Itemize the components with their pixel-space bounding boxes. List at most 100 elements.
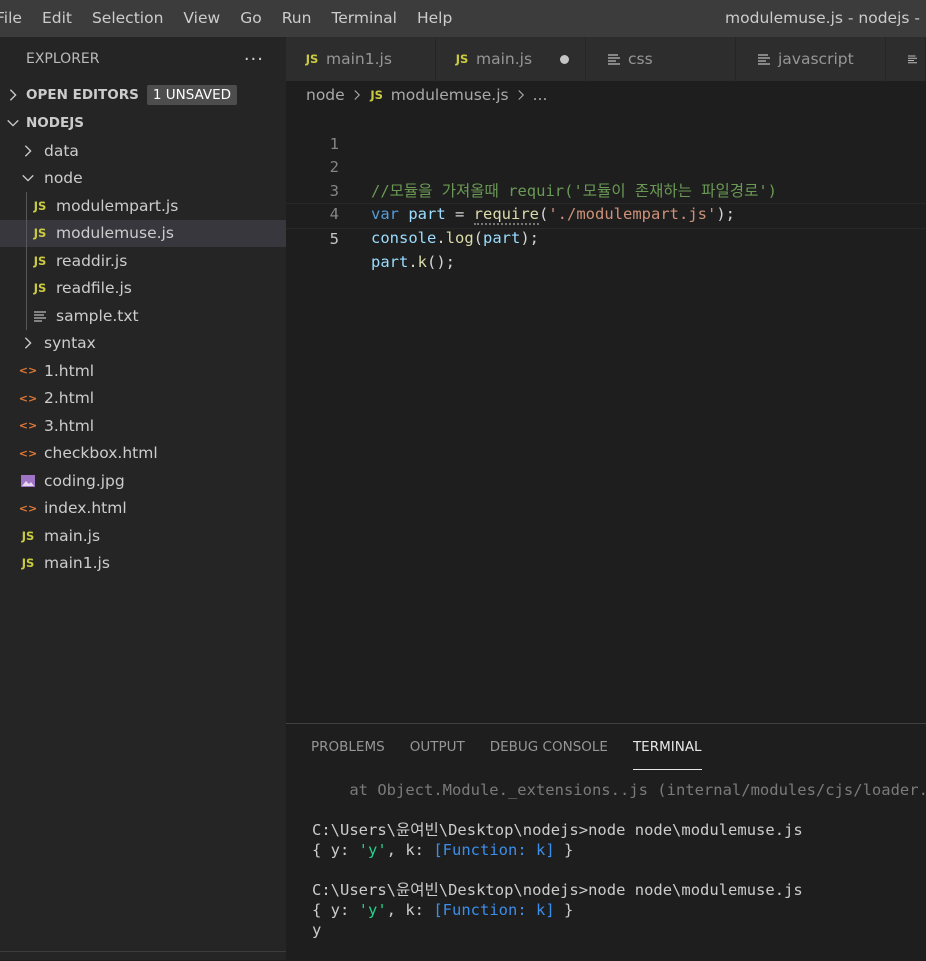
tree-item-label: modulemuse.js (56, 224, 174, 243)
tree-item-2-html[interactable]: <> 2.html (0, 385, 286, 413)
output-text: , k: (386, 901, 434, 919)
tree-item-checkbox-html[interactable]: <> checkbox.html (0, 440, 286, 468)
html-file-icon: <> (18, 364, 38, 378)
menu-edit[interactable]: Edit (32, 0, 82, 37)
tree-item-3-html[interactable]: <> 3.html (0, 412, 286, 440)
tab-problems[interactable]: PROBLEMS (311, 724, 385, 770)
tab-label: javascript (778, 50, 854, 68)
tab-output[interactable]: OUTPUT (410, 724, 465, 770)
chevron-right-icon (20, 336, 36, 350)
paren-token: ); (520, 228, 540, 247)
dot-token: . (436, 228, 446, 247)
command-line: C:\Users\윤여빈\Desktop\nodejs>node node\mo… (312, 821, 803, 839)
menu-file[interactable]: File (0, 0, 32, 37)
tree-item-modulemuse-js[interactable]: JS modulemuse.js (0, 219, 286, 247)
stack-trace-line: at Object.Module._extensions..js (intern… (312, 781, 926, 799)
html-file-icon: <> (18, 501, 38, 515)
tab-label: css (628, 50, 653, 68)
html-file-icon: <> (18, 391, 38, 405)
code-text: part.k(); (371, 251, 455, 275)
tree-item-readdir-js[interactable]: JS readdir.js (0, 247, 286, 275)
image-file-icon (20, 474, 36, 487)
tree-item-label: data (44, 141, 79, 160)
chevron-right-icon (0, 88, 26, 102)
tree-item-label: main1.js (44, 554, 110, 573)
function-token: log (445, 228, 474, 247)
tree-item-modulempart-js[interactable]: JS modulempart.js (0, 192, 286, 220)
tree-item-sample-txt[interactable]: sample.txt (0, 302, 286, 330)
js-file-icon: JS (33, 281, 47, 296)
tree-item-main1-js[interactable]: JS main1.js (0, 550, 286, 578)
nodejs-section[interactable]: NODEJS (0, 109, 286, 137)
open-editors-section[interactable]: OPEN EDITORS 1 UNSAVED (0, 81, 286, 109)
unsaved-badge: 1 UNSAVED (146, 85, 238, 105)
tab-main1-js[interactable]: JS main1.js (286, 37, 436, 81)
breadcrumb-file[interactable]: modulemuse.js (391, 86, 509, 104)
outline-section[interactable] (0, 951, 286, 960)
function-value: [Function: k] (433, 841, 555, 859)
menu-bar: File Edit Selection View Go Run Terminal… (0, 0, 926, 37)
tree-item-readfile-js[interactable]: JS readfile.js (0, 274, 286, 302)
indent-guide (26, 274, 27, 302)
code-line-4: 4 console.log(part); (286, 180, 926, 247)
breadcrumb-more[interactable]: ... (533, 86, 548, 104)
chevron-right-icon (351, 89, 363, 101)
indent-guide (26, 219, 27, 247)
tree-item-node[interactable]: node (0, 165, 286, 193)
tree-item-1-html[interactable]: <> 1.html (0, 357, 286, 385)
tree-item-main-js[interactable]: JS main.js (0, 522, 286, 550)
js-file-icon: JS (455, 52, 469, 66)
menu-view[interactable]: View (173, 0, 230, 37)
explorer-header: EXPLORER ··· (0, 37, 286, 81)
tab-main-js[interactable]: JS main.js (436, 37, 586, 81)
text-lines-icon (608, 54, 620, 65)
breadcrumb-folder[interactable]: node (306, 86, 345, 104)
menu-selection[interactable]: Selection (82, 0, 173, 37)
tab-terminal[interactable]: TERMINAL (632, 724, 702, 770)
code-line-2: 2 //모듈을 가져올때 requir('모듈이 존재하는 파일경로') (286, 133, 926, 200)
text-lines-icon (758, 54, 770, 65)
file-tree: data node JS modulempart.js JS modulemuse.js J… (0, 137, 286, 577)
tree-item-label: index.html (44, 499, 127, 518)
tree-item-label: 1.html (44, 361, 95, 380)
tab-javascript[interactable]: javascript (736, 37, 886, 81)
more-actions-icon[interactable]: ··· (244, 49, 264, 70)
unsaved-dot-icon[interactable] (560, 54, 569, 64)
output-text: } (554, 841, 574, 859)
tree-item-index-html[interactable]: <> index.html (0, 495, 286, 523)
string-value: 'y' (358, 901, 387, 919)
tab-overflow[interactable] (886, 37, 926, 81)
js-file-icon: JS (33, 226, 47, 241)
html-file-icon: <> (18, 419, 38, 433)
menu-run[interactable]: Run (272, 0, 322, 37)
tab-label: main1.js (326, 50, 392, 68)
explorer-title: EXPLORER (26, 51, 100, 67)
menu-help[interactable]: Help (407, 0, 462, 37)
tree-item-label: coding.jpg (44, 471, 125, 490)
variable-token: console (371, 228, 437, 247)
chevron-down-icon (0, 116, 26, 130)
code-line-3: 3 var part = require('./modulempart.js')… (286, 156, 926, 225)
tree-item-label: syntax (44, 334, 96, 353)
output-line: y (312, 921, 322, 939)
html-file-icon: <> (18, 446, 38, 460)
function-value: [Function: k] (433, 901, 555, 919)
code-editor[interactable]: 1 2 //모듈을 가져올때 requir('모듈이 존재하는 파일경로') 3… (286, 109, 926, 723)
tree-item-label: 3.html (44, 416, 95, 435)
tree-item-syntax[interactable]: syntax (0, 330, 286, 358)
string-value: 'y' (358, 841, 387, 859)
tree-item-coding-jpg[interactable]: coding.jpg (0, 467, 286, 495)
command-line: C:\Users\윤여빈\Desktop\nodejs>node node\mo… (312, 881, 803, 899)
js-file-icon: JS (305, 52, 319, 66)
menu-go[interactable]: Go (230, 0, 272, 37)
text-lines-icon (908, 55, 917, 64)
terminal-output[interactable]: at Object.Module._extensions..js (intern… (312, 780, 926, 940)
tab-css[interactable]: css (586, 37, 736, 81)
tree-item-label: sample.txt (56, 306, 139, 325)
menu-terminal[interactable]: Terminal (321, 0, 407, 37)
tab-debug-console[interactable]: DEBUG CONSOLE (490, 724, 608, 770)
tree-item-data[interactable]: data (0, 137, 286, 165)
dot-token: . (408, 253, 418, 271)
